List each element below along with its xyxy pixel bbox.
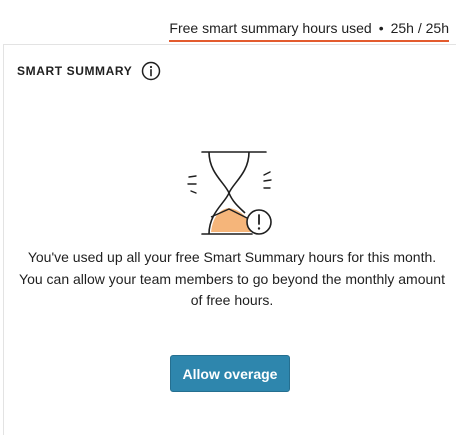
usage-indicator: Free smart summary hours used • 25h / 25… xyxy=(169,20,449,44)
quota-message-line1: You've used up all your free Smart Summa… xyxy=(27,249,437,265)
usage-underline xyxy=(169,40,449,42)
usage-value: 25h / 25h xyxy=(390,20,449,36)
panel-header: SMART SUMMARY xyxy=(17,61,161,81)
quota-message-line2: You can allow your team members to go be… xyxy=(19,270,445,309)
usage-separator: • xyxy=(378,20,384,36)
quota-message: You've used up all your free Smart Summa… xyxy=(14,247,450,312)
panel-title: SMART SUMMARY xyxy=(17,64,133,78)
smart-summary-panel: SMART SUMMARY You've used up all your fr… xyxy=(3,44,456,435)
top-bar: Free smart summary hours used • 25h / 25… xyxy=(0,0,456,44)
hourglass-warning-icon xyxy=(183,149,275,239)
allow-overage-button[interactable]: Allow overage xyxy=(170,355,290,392)
usage-label: Free smart summary hours used xyxy=(169,20,372,36)
info-icon[interactable] xyxy=(141,61,161,81)
